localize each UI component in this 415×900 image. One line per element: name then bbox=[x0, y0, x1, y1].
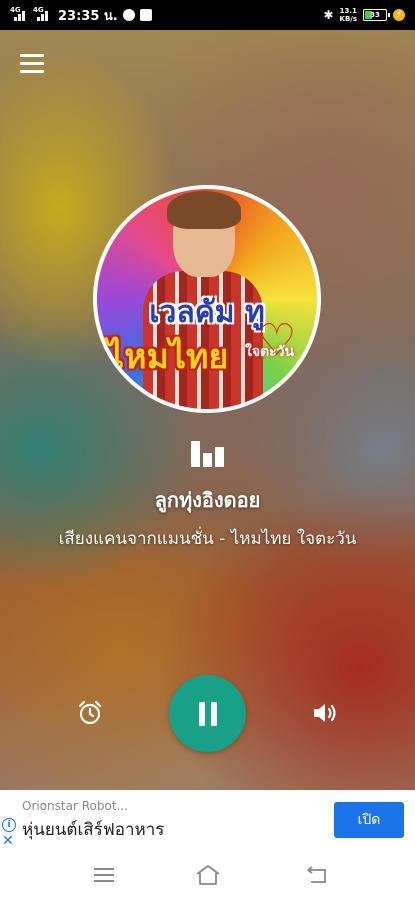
hamburger-menu-icon[interactable] bbox=[20, 54, 46, 74]
pause-icon bbox=[198, 701, 205, 726]
signal-icon-2: 4G bbox=[33, 6, 51, 21]
ad-info-icon[interactable]: i bbox=[2, 818, 16, 832]
system-nav-bar bbox=[0, 852, 415, 900]
now-playing-title: เสียงแคนจากแมนชั่น - ไหมไทย ใจตะวัน bbox=[58, 529, 357, 549]
alarm-icon[interactable] bbox=[76, 699, 104, 727]
signal-icon-1: 4G bbox=[10, 6, 28, 21]
ad-close-icon[interactable]: ✕ bbox=[2, 834, 14, 848]
notification-icon bbox=[122, 9, 135, 21]
message-icon bbox=[139, 9, 152, 21]
ad-open-button[interactable]: เปิด bbox=[334, 802, 404, 838]
ad-brand: Orionstar Robot... bbox=[22, 799, 128, 813]
status-bar: 4G 4G 23:35 น. ✱ 13.1 KB/s 33 ⚡ bbox=[0, 0, 415, 30]
network-speed: 13.1 KB/s bbox=[339, 7, 357, 23]
pause-button[interactable] bbox=[169, 675, 246, 752]
charging-icon: ⚡ bbox=[393, 9, 405, 21]
station-name: ลูกทุ่งอิงดอย bbox=[154, 488, 261, 512]
bluetooth-icon: ✱ bbox=[323, 8, 334, 22]
album-title-line3: ใจตะวัน bbox=[245, 344, 295, 360]
recent-apps-icon[interactable] bbox=[94, 868, 116, 884]
home-icon[interactable] bbox=[194, 864, 222, 886]
back-icon[interactable] bbox=[305, 866, 329, 886]
ad-banner[interactable]: i ✕ Orionstar Robot... หุ่นยนต์เสิร์ฟอาห… bbox=[0, 790, 415, 852]
album-art: เวลคัม ทู ไหมไทย ♡ ใจตะวัน bbox=[93, 185, 321, 413]
album-title-line2: ไหมไทย bbox=[107, 337, 229, 377]
volume-icon[interactable] bbox=[311, 700, 339, 726]
status-time: 23:35 น. bbox=[58, 8, 118, 24]
battery-icon: 33 bbox=[363, 9, 390, 21]
ad-title[interactable]: หุ่นยนต์เสิร์ฟอาหาร bbox=[22, 816, 164, 843]
equalizer-icon bbox=[191, 441, 225, 467]
